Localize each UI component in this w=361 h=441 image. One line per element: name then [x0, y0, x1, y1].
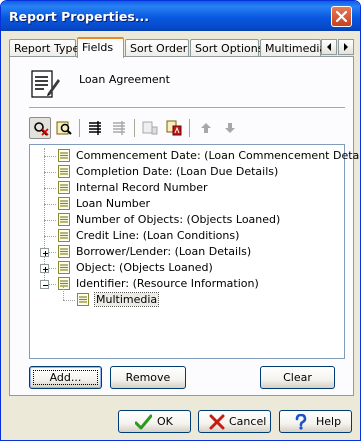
field-icon: [58, 197, 70, 213]
tree-node-label: Commencement Date: (Loan Commencement De…: [76, 149, 361, 162]
field-icon: [58, 229, 70, 245]
move-down-button[interactable]: [219, 117, 241, 139]
tab-scroll-right-button[interactable]: [338, 39, 354, 55]
tab-strip: Report Type Fields Sort Order Sort Optio…: [9, 37, 354, 58]
tab-sort-options[interactable]: Sort Options: [190, 39, 264, 57]
help-button[interactable]: Help: [279, 410, 352, 433]
find-next-button[interactable]: [53, 117, 75, 139]
tree-connector: [63, 285, 64, 300]
close-icon: [336, 11, 347, 22]
tree-node-label: Completion Date: (Loan Due Details): [76, 165, 279, 178]
tree-connector: [44, 204, 56, 205]
properties-alt-button[interactable]: [108, 117, 130, 139]
find-field-button[interactable]: [29, 117, 51, 139]
properties-button[interactable]: [84, 117, 106, 139]
window-title: Report Properties...: [9, 9, 150, 24]
tab-fields[interactable]: Fields: [77, 37, 124, 58]
title-bar[interactable]: Report Properties...: [1, 1, 360, 31]
find-field-icon: [34, 122, 49, 136]
field-type-button[interactable]: [139, 117, 161, 139]
tab-scroll-left-button[interactable]: [321, 39, 337, 55]
field-icon: [58, 213, 70, 229]
fields-tree[interactable]: Commencement Date: (Loan Commencement De…: [29, 144, 360, 359]
tree-node[interactable]: Internal Record Number: [30, 180, 344, 196]
tree-node[interactable]: Commencement Date: (Loan Commencement De…: [30, 148, 360, 165]
field-icon: [58, 181, 70, 197]
field-label-icon: [166, 120, 182, 136]
field-icon: [77, 293, 89, 309]
tab-report-type[interactable]: Report Type: [9, 39, 79, 57]
report-name-label: Loan Agreement: [79, 73, 170, 86]
tree-node[interactable]: Object: (Objects Loaned): [30, 260, 344, 276]
properties-alt-icon: [113, 121, 125, 135]
move-up-button[interactable]: [195, 117, 217, 139]
tree-connector: [44, 220, 56, 221]
tree-node-label: Number of Objects: (Objects Loaned): [76, 213, 281, 226]
tab-multimedia[interactable]: Multimedia: [260, 39, 326, 57]
arrow-left-icon: [327, 43, 331, 51]
find-next-icon: [56, 121, 72, 135]
cancel-button[interactable]: Cancel: [198, 410, 271, 433]
field-type-icon: [142, 121, 158, 135]
tree-node[interactable]: Number of Objects: (Objects Loaned): [30, 212, 344, 228]
help-question-icon: [295, 414, 307, 430]
remove-button[interactable]: Remove: [110, 366, 186, 389]
tree-node[interactable]: Multimedia: [30, 285, 344, 309]
field-icon: [58, 277, 70, 293]
tree-node[interactable]: Credit Line: (Loan Conditions): [30, 228, 344, 244]
move-down-icon: [225, 123, 235, 133]
tree-node-label: Multimedia: [93, 292, 160, 307]
report-document-icon: [31, 70, 60, 98]
tree-connector: [44, 188, 56, 189]
expand-button[interactable]: [40, 248, 49, 257]
toolbar-divider: [189, 119, 190, 137]
plus-icon: [43, 267, 48, 272]
tree-connector: [44, 236, 56, 237]
move-up-icon: [201, 123, 211, 133]
tree-node[interactable]: Identifier: (Resource Information): [30, 276, 344, 292]
tree-node-label: Borrower/Lender: (Loan Details): [76, 245, 252, 258]
ok-button[interactable]: OK: [118, 410, 191, 433]
field-icon: [58, 149, 70, 165]
arrow-right-icon: [344, 43, 348, 51]
plus-icon: [43, 251, 48, 256]
tree-node[interactable]: Borrower/Lender: (Loan Details): [30, 244, 344, 260]
tree-node-label: Object: (Objects Loaned): [76, 261, 213, 274]
tree-node-label: Credit Line: (Loan Conditions): [76, 229, 240, 242]
tree-node[interactable]: Loan Number: [30, 196, 344, 212]
tree-node-label: Internal Record Number: [76, 181, 208, 194]
clear-button[interactable]: Clear: [260, 366, 335, 389]
separator: [29, 107, 345, 109]
tree-connector: [44, 172, 56, 173]
tree-node-label: Loan Number: [76, 197, 151, 210]
toolbar-divider: [134, 119, 135, 137]
report-properties-dialog: Report Properties... Report Type Fields …: [0, 0, 361, 441]
add-button[interactable]: Add...: [29, 366, 102, 389]
checkmark-icon: [135, 414, 152, 430]
properties-icon: [89, 121, 101, 135]
close-button[interactable]: [331, 6, 352, 27]
field-label-button[interactable]: [163, 117, 185, 139]
field-icon: [58, 165, 70, 181]
tree-connector: [44, 156, 56, 157]
collapse-button[interactable]: [40, 280, 49, 289]
tree-node-label: Identifier: (Resource Information): [76, 277, 259, 290]
cancel-x-icon: [209, 414, 225, 430]
toolbar-divider: [79, 119, 80, 137]
focus-rect: [33, 370, 98, 385]
field-icon: [58, 245, 70, 261]
expand-button[interactable]: [40, 264, 49, 273]
tab-sort-order[interactable]: Sort Order: [125, 39, 189, 57]
tree-node[interactable]: Completion Date: (Loan Due Details): [30, 164, 344, 180]
field-icon: [58, 261, 70, 277]
fields-panel: Loan Agreement Commencement Date: (Loan …: [9, 56, 360, 396]
minus-icon: [43, 285, 48, 286]
tree-connector: [63, 300, 75, 301]
